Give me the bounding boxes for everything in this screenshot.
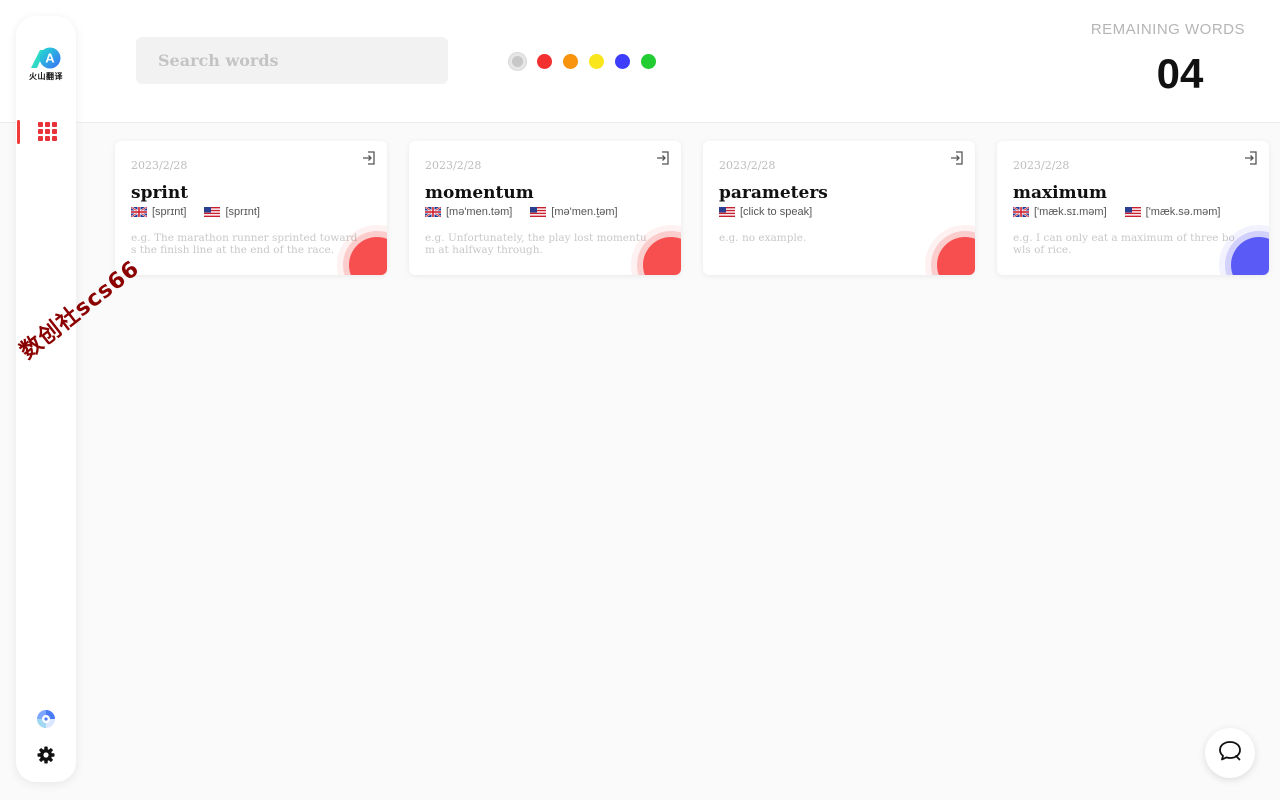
us-pronunciation-button[interactable]: [click to speak] (719, 206, 812, 218)
sidebar: A 火山翻译 (16, 16, 76, 782)
color-filter-blue[interactable] (615, 53, 630, 69)
card-date: 2023/2/28 (425, 159, 482, 172)
search-input[interactable] (136, 37, 448, 84)
uk-pronunciation-button[interactable]: ['mæk.sɪ.məm] (1013, 206, 1107, 218)
app-logo: A 火山翻译 (16, 46, 76, 86)
login-icon (657, 151, 669, 165)
word-card[interactable]: 2023/2/28 maximum ['mæk.sɪ.məm] ['mæk.sə… (997, 141, 1269, 275)
remaining-label: REMAINING WORDS (1090, 21, 1245, 38)
us-flag-icon (719, 207, 735, 217)
us-phonetic: [sprɪnt] (225, 206, 260, 218)
color-filter-green[interactable] (641, 53, 656, 69)
phonetics-row: [click to speak] (719, 205, 959, 219)
open-word-button[interactable] (949, 150, 965, 166)
color-filter-orange[interactable] (563, 53, 578, 69)
us-pronunciation-button[interactable]: [mə'men.t̬əm] (530, 206, 618, 218)
color-filter-all[interactable] (509, 52, 526, 70)
card-example: e.g. no example. (719, 232, 807, 244)
us-phonetic: [click to speak] (740, 206, 813, 218)
open-word-button[interactable] (1243, 150, 1259, 166)
login-icon (951, 151, 963, 165)
open-word-button[interactable] (361, 150, 377, 166)
uk-flag-icon (131, 207, 147, 217)
logo-icon: A (29, 46, 63, 70)
color-filter-bar (509, 52, 656, 70)
us-flag-icon (530, 207, 547, 217)
color-filter-red[interactable] (537, 53, 552, 69)
card-date: 2023/2/28 (1013, 159, 1070, 172)
color-filter-yellow[interactable] (589, 53, 604, 69)
translate-app-icon (36, 709, 56, 734)
nav-active-indicator (17, 120, 20, 144)
card-example: e.g. I can only eat a maximum of three b… (1013, 232, 1235, 256)
gear-icon (36, 745, 56, 770)
header: REMAINING WORDS 04 (0, 0, 1280, 123)
word-card[interactable]: 2023/2/28 parameters [click to speak] e.… (703, 141, 975, 275)
uk-pronunciation-button[interactable]: [mə'men.təm] (425, 206, 512, 218)
us-flag-icon (204, 207, 221, 217)
phonetics-row: [mə'men.təm] [mə'men.t̬əm] (425, 205, 665, 219)
us-pronunciation-button[interactable]: [sprɪnt] (204, 206, 260, 218)
feedback-chat-button[interactable] (1205, 728, 1255, 778)
phonetics-row: [sprɪnt] [sprɪnt] (131, 205, 371, 219)
app-window: REMAINING WORDS 04 A 火山翻译 (0, 0, 1280, 800)
uk-phonetic: [sprɪnt] (152, 206, 187, 218)
uk-phonetic: ['mæk.sɪ.məm] (1034, 206, 1107, 218)
word-card[interactable]: 2023/2/28 sprint [sprɪnt] [sprɪnt] e.g. … (115, 141, 387, 275)
us-phonetic: [mə'men.t̬əm] (551, 206, 618, 218)
uk-flag-icon (425, 207, 441, 217)
us-flag-icon (1124, 207, 1141, 217)
card-word: parameters (719, 183, 828, 203)
chat-bubble-icon (1217, 739, 1243, 768)
card-example: e.g. Unfortunately, the play lost moment… (425, 232, 647, 256)
open-word-button[interactable] (655, 150, 671, 166)
uk-pronunciation-button[interactable]: [sprɪnt] (131, 206, 186, 218)
remaining-count: 04 (1156, 50, 1204, 97)
uk-flag-icon (1013, 207, 1029, 217)
grid-icon (37, 121, 57, 141)
us-phonetic: ['mæk.sə.məm] (1145, 206, 1221, 218)
card-example: e.g. The marathon runner sprinted toward… (131, 232, 358, 256)
card-word: momentum (425, 183, 534, 203)
login-icon (363, 151, 375, 165)
remaining-words: REMAINING WORDS 04 (1085, 21, 1245, 98)
card-word: sprint (131, 183, 189, 203)
card-word: maximum (1013, 183, 1107, 203)
us-pronunciation-button[interactable]: ['mæk.sə.məm] (1124, 206, 1221, 218)
settings-button[interactable] (16, 745, 76, 770)
phonetics-row: ['mæk.sɪ.məm] ['mæk.sə.məm] (1013, 205, 1253, 219)
uk-phonetic: [mə'men.təm] (446, 206, 513, 218)
login-icon (1245, 151, 1257, 165)
word-card-list: 2023/2/28 sprint [sprɪnt] [sprɪnt] e.g. … (115, 141, 1269, 275)
nav-item-wordbook[interactable] (16, 118, 76, 144)
svg-text:A: A (45, 51, 55, 66)
logo-caption: 火山翻译 (29, 72, 63, 81)
translate-app-button[interactable] (16, 709, 76, 734)
card-date: 2023/2/28 (719, 159, 776, 172)
card-date: 2023/2/28 (131, 159, 188, 172)
word-card[interactable]: 2023/2/28 momentum [mə'men.təm] [mə'men.… (409, 141, 681, 275)
